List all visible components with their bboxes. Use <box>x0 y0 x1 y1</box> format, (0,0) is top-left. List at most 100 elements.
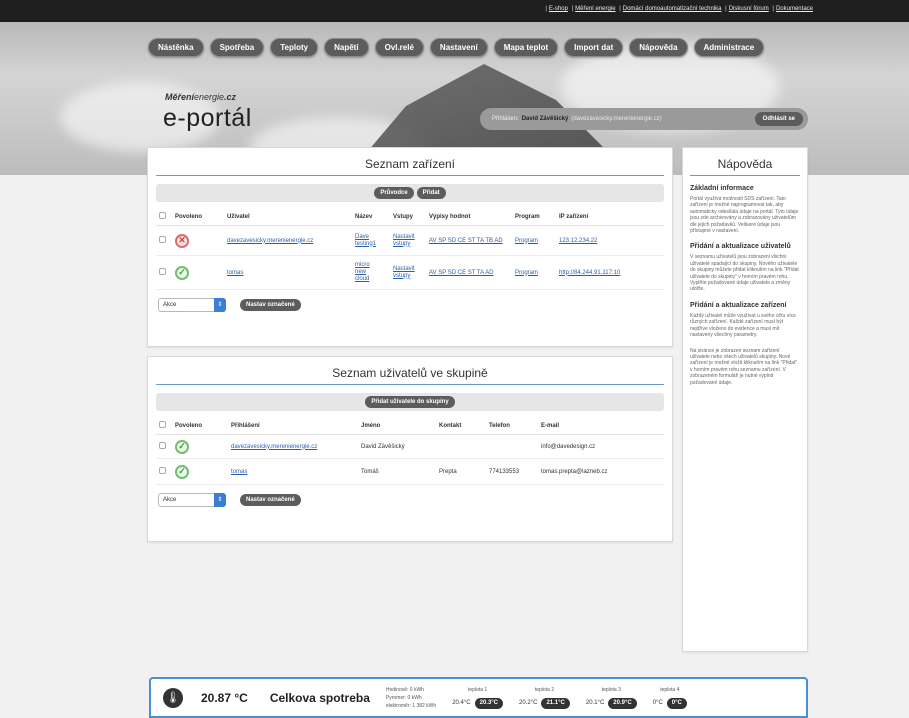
bottom-status-bar: 🌡 20.87 °C Celkova spotreba Hodinově: 0 … <box>149 677 808 718</box>
col-prihlaseni: Přihlášení <box>228 417 358 435</box>
main-nav: Nástěnka Spotřeba Teploty Napětí Ovl.rel… <box>148 38 765 57</box>
toplink-dokumentace[interactable]: Dokumentace <box>776 6 813 12</box>
table-row: ✓ tomas micro new cloud Nastavit vstupy … <box>156 255 664 290</box>
device-ip-link[interactable]: 123.12.234.22 <box>559 238 597 244</box>
add-device-button[interactable]: Přidat <box>416 187 446 199</box>
select-all-checkbox[interactable] <box>159 421 166 428</box>
device-inputs-link[interactable]: Nastavit vstupy <box>393 234 419 248</box>
sensor-2: teplota 2 20.2°C 21.1°C <box>519 687 570 709</box>
row-checkbox[interactable] <box>159 442 166 449</box>
device-inputs-link[interactable]: Nastavit vstupy <box>393 266 419 280</box>
consumption-title: Celkova spotreba <box>269 690 370 705</box>
row-checkbox[interactable] <box>159 467 166 474</box>
user-email: tomas.prepta@lazneb.cz <box>538 458 664 485</box>
toplink-eshop[interactable]: E-shop <box>549 6 568 12</box>
col-telefon: Telefon <box>486 417 538 435</box>
nav-napeti[interactable]: Napětí <box>324 38 369 57</box>
enabled-status-icon[interactable]: ✓ <box>175 464 189 479</box>
apply-selected-button[interactable]: Nastav označené <box>240 494 301 506</box>
help-text: Každý uživatel může využívat u svého účt… <box>690 312 796 339</box>
select-all-checkbox[interactable] <box>159 212 166 219</box>
consumption-stats: Hodinově: 0 kWh Pyromer: 0 kWh elektromě… <box>385 686 437 709</box>
chevron-down-icon: ⇕ <box>214 493 226 507</box>
col-program: Program <box>512 208 556 226</box>
add-user-to-group-button[interactable]: Přidat uživatele do skupiny <box>365 396 455 408</box>
login-prefix: Přihlášen: <box>492 116 519 122</box>
help-title: Nápověda <box>690 148 800 176</box>
users-action-bar: Přidat uživatele do skupiny <box>156 393 664 411</box>
device-user-link[interactable]: tomas <box>227 270 243 276</box>
device-program-link[interactable]: Program <box>515 238 538 244</box>
device-values-links[interactable]: AV SP SD CE ST TA TB AD <box>429 238 503 244</box>
col-ip: IP zařízení <box>556 208 664 226</box>
chevron-down-icon: ⇕ <box>214 298 226 312</box>
nav-administrace[interactable]: Administrace <box>693 38 765 57</box>
devices-footer: Akce ⇕ Nastav označené <box>148 290 672 312</box>
nav-nastenka[interactable]: Nástěnka <box>148 38 204 57</box>
user-login-link[interactable]: tomas <box>231 469 247 475</box>
disabled-status-icon[interactable]: ✕ <box>175 233 189 248</box>
col-povoleno: Povoleno <box>172 417 228 435</box>
help-heading: Přidání a aktualizace zařízení <box>690 301 787 309</box>
row-checkbox[interactable] <box>159 236 166 243</box>
help-panel: Nápověda Základní informace Portál využí… <box>682 147 808 652</box>
sensor-badge: 21.1°C <box>541 697 570 709</box>
logout-button[interactable]: Odhlásit se <box>754 112 803 126</box>
device-name-link[interactable]: Dave testing1 <box>355 234 381 248</box>
sensor-badge: 0°C <box>666 697 687 709</box>
top-links: | E-shop | Měření energie | Domácí domoauto… <box>545 6 813 12</box>
help-text: Portál využívá možnosti SDS zařízení. Ta… <box>690 196 799 235</box>
sensor-4: teplota 4 0°C 0°C <box>653 687 687 709</box>
logo-eportal[interactable]: e-portál <box>163 104 252 133</box>
col-jmeno: Jméno <box>358 417 436 435</box>
users-title: Seznam uživatelů ve skupině <box>156 357 664 385</box>
login-bar: Přihlášen: David Závěšický (davezavesick… <box>480 108 808 130</box>
apply-selected-button[interactable]: Nastav označené <box>240 299 301 311</box>
top-bar: | E-shop | Měření energie | Domácí domoauto… <box>0 0 909 22</box>
user-phone: 774133553 <box>486 458 538 485</box>
col-vypisy: Výpisy hodnot <box>426 208 512 226</box>
users-table: Povoleno Přihlášení Jméno Kontakt Telefo… <box>156 417 664 485</box>
devices-table: Povoleno Uživatel Název Vstupy Výpisy ho… <box>156 208 664 290</box>
users-action-select[interactable]: Akce ⇕ <box>158 493 226 507</box>
col-email: E-mail <box>538 417 664 435</box>
help-text: V seznamu uživatelů jsou zobrazeni všich… <box>690 254 799 293</box>
col-uzivatel: Uživatel <box>224 208 352 226</box>
help-heading: Přidání a aktualizace uživatelů <box>690 243 791 251</box>
user-login-link[interactable]: davezavesicky.merenienergie.cz <box>231 444 317 450</box>
device-values-links[interactable]: AV SP SD CE ST TA AD <box>429 270 493 276</box>
nav-nastaveni[interactable]: Nastavení <box>429 38 488 57</box>
toplink-mereni[interactable]: Měření energie <box>575 6 615 12</box>
logo-subtitle: Měřeníenergie.cz <box>165 92 237 102</box>
user-contact <box>436 434 486 459</box>
thermometer-icon: 🌡 <box>163 687 183 708</box>
user-name: David Závěšický <box>358 434 436 459</box>
sensor-1: teplota 1 20.4°C 20.3°C <box>452 687 504 709</box>
devices-action-bar: Průvodce Přidat <box>156 184 664 202</box>
users-panel: Seznam uživatelů ve skupině Přidat uživa… <box>147 356 673 542</box>
sensor-badge: 20.9°C <box>608 697 637 709</box>
device-user-link[interactable]: davezavesicky.merenienergie.cz <box>227 238 313 244</box>
login-user-name: David Závěšický <box>521 116 569 122</box>
login-user-email: (davezavesicky.merenienergie.cz) <box>571 116 662 122</box>
devices-title: Seznam zařízení <box>156 148 664 176</box>
col-povoleno: Povoleno <box>172 208 224 226</box>
device-ip-link[interactable]: http://84.244.91.117:10 <box>559 270 620 276</box>
current-temperature: 20.87 °C <box>201 690 248 705</box>
row-checkbox[interactable] <box>159 268 166 275</box>
wizard-button[interactable]: Průvodce <box>374 187 414 199</box>
enabled-status-icon[interactable]: ✓ <box>175 265 189 280</box>
device-program-link[interactable]: Program <box>515 270 538 276</box>
nav-napoveda[interactable]: Nápověda <box>629 38 688 57</box>
table-row: ✓ tomas Tomáš Prepta 774133553 tomas.pre… <box>156 458 664 485</box>
nav-import-dat[interactable]: Import dat <box>564 38 624 57</box>
enabled-status-icon[interactable]: ✓ <box>175 439 189 454</box>
toplink-forum[interactable]: Diskusní fórum <box>729 6 769 12</box>
device-name-link[interactable]: micro new cloud <box>355 262 377 283</box>
nav-ovl-rele[interactable]: Ovl.relé <box>374 38 424 57</box>
nav-spotreba[interactable]: Spotřeba <box>209 38 265 57</box>
toplink-domotechnika[interactable]: Domácí domoautomatizační technika <box>623 6 722 12</box>
nav-teploty[interactable]: Teploty <box>270 38 319 57</box>
devices-action-select[interactable]: Akce ⇕ <box>158 298 226 312</box>
nav-mapa-teplot[interactable]: Mapa teplot <box>493 38 559 57</box>
